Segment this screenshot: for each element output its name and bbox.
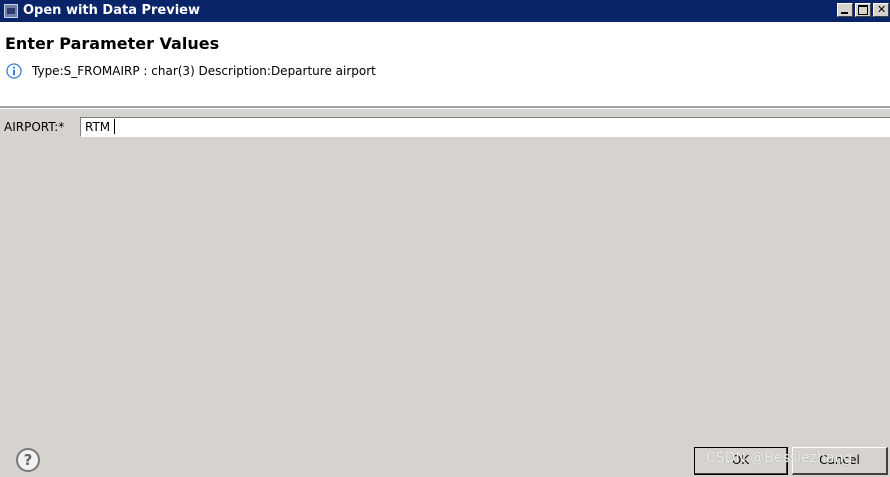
close-button[interactable]: [873, 3, 889, 17]
header-divider: [0, 106, 890, 109]
ok-button[interactable]: OK: [694, 447, 788, 475]
dialog-window: Open with Data Preview Enter Parameter V…: [0, 0, 890, 477]
app-window-icon: [4, 4, 18, 18]
parameter-row: AIRPORT:*: [0, 114, 890, 138]
airport-input[interactable]: [80, 117, 890, 137]
info-icon: [6, 63, 22, 79]
parameter-description: Type:S_FROMAIRP : char(3) Description:De…: [32, 64, 376, 78]
text-caret: [114, 119, 115, 134]
page-title: Enter Parameter Values: [5, 34, 220, 53]
maximize-button[interactable]: [855, 3, 871, 17]
help-icon[interactable]: ?: [16, 448, 40, 472]
title-bar[interactable]: Open with Data Preview: [0, 0, 890, 22]
window-title: Open with Data Preview: [23, 3, 201, 18]
cancel-button[interactable]: Cancel: [792, 447, 888, 475]
dialog-header: Enter Parameter Values Type:S_FROMAIRP :…: [0, 22, 890, 106]
airport-label: AIRPORT:*: [4, 120, 65, 134]
minimize-button[interactable]: [837, 3, 853, 17]
